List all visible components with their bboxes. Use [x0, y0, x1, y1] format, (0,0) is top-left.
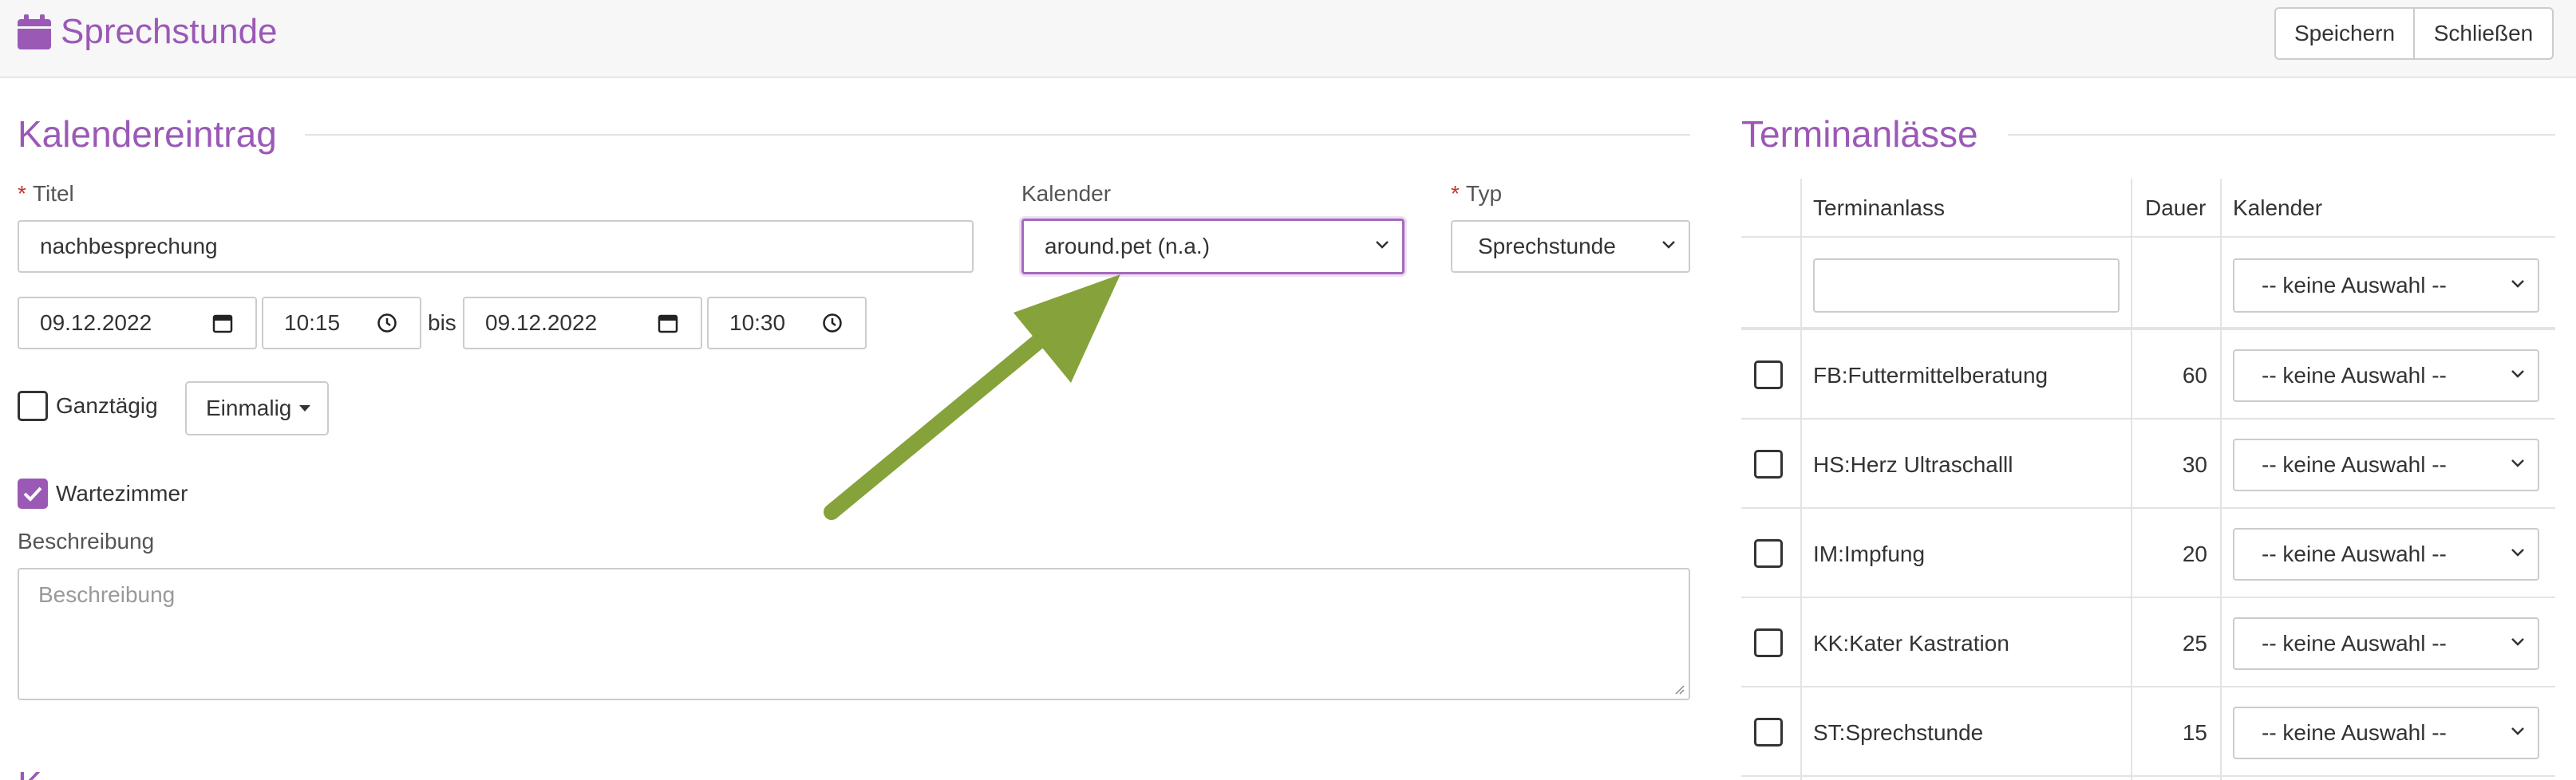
table-row-divider — [1741, 418, 2555, 420]
description-textarea[interactable]: Beschreibung — [18, 568, 1690, 700]
waiting-room-label: Wartezimmer — [56, 481, 188, 506]
column-header-dauer[interactable]: Dauer — [2145, 195, 2206, 222]
chevron-down-icon — [2511, 459, 2524, 467]
allday-label: Ganztägig — [56, 393, 158, 418]
chevron-down-icon — [2511, 638, 2524, 646]
next-section-title: K — [18, 762, 42, 780]
row-duration: 60 — [2182, 363, 2207, 388]
calendar-picker-icon[interactable] — [658, 313, 678, 333]
section-divider — [305, 134, 1690, 136]
row-checkbox[interactable] — [1754, 539, 1783, 568]
close-button[interactable]: Schließen — [2413, 7, 2554, 60]
row-checkbox[interactable] — [1754, 360, 1783, 389]
kalender-field-label: Kalender — [1021, 181, 1112, 206]
row-calendar-select[interactable]: -- keine Auswahl -- — [2233, 439, 2539, 491]
start-date-input[interactable]: 09.12.2022 — [18, 297, 257, 349]
chevron-down-icon — [2511, 370, 2524, 378]
chevron-down-icon — [2511, 727, 2524, 735]
start-time-input[interactable]: 10:15 — [262, 297, 421, 349]
row-calendar-value: -- keine Auswahl -- — [2262, 720, 2447, 745]
row-calendar-select[interactable]: -- keine Auswahl -- — [2233, 707, 2539, 759]
section-title-kalendereintrag: Kalendereintrag — [18, 113, 277, 155]
table-row-divider — [1741, 236, 2555, 238]
caret-down-icon — [299, 405, 311, 412]
kalender-select-value: around.pet (n.a.) — [1045, 234, 1211, 258]
table-col-divider — [2220, 179, 2222, 780]
start-time-value: 10:15 — [284, 310, 341, 335]
table-row-divider — [1741, 775, 2555, 777]
waiting-room-checkbox[interactable] — [18, 479, 48, 509]
chevron-down-icon — [1662, 241, 1675, 249]
row-duration: 15 — [2182, 720, 2207, 745]
typ-select-value: Sprechstunde — [1478, 234, 1616, 258]
description-label: Beschreibung — [18, 529, 155, 553]
recurrence-value: Einmalig — [206, 396, 292, 420]
typ-field-label: * Typ — [1451, 181, 1503, 206]
row-calendar-value: -- keine Auswahl -- — [2262, 363, 2447, 388]
checkmark-icon — [23, 487, 42, 502]
table-row-divider — [1741, 507, 2555, 509]
column-header-kalender[interactable]: Kalender — [2233, 195, 2322, 222]
calendar-icon — [18, 14, 51, 49]
start-date-value: 09.12.2022 — [40, 310, 152, 335]
section-divider — [2008, 134, 2555, 136]
table-row-divider — [1741, 597, 2555, 598]
table-row-divider — [1741, 327, 2555, 330]
title-field-label: * Titel — [18, 181, 74, 206]
page-title: Sprechstunde — [61, 12, 278, 51]
kalender-filter-select[interactable]: -- keine Auswahl -- — [2233, 258, 2539, 313]
column-header-terminanlass[interactable]: Terminanlass — [1813, 195, 1945, 222]
row-name: HS:Herz Ultraschalll — [1813, 452, 2013, 477]
required-marker: * — [1451, 181, 1460, 206]
table-col-divider — [2131, 179, 2132, 780]
description-placeholder: Beschreibung — [38, 582, 176, 607]
row-duration: 25 — [2182, 631, 2207, 656]
clock-icon[interactable] — [377, 313, 397, 333]
typ-select[interactable]: Sprechstunde — [1451, 220, 1690, 273]
row-checkbox[interactable] — [1754, 450, 1783, 479]
recurrence-dropdown[interactable]: Einmalig — [185, 381, 329, 435]
row-name: ST:Sprechstunde — [1813, 720, 1984, 745]
row-calendar-select[interactable]: -- keine Auswahl -- — [2233, 528, 2539, 581]
kalender-filter-value: -- keine Auswahl -- — [2262, 273, 2447, 297]
table-row-divider — [1741, 686, 2555, 687]
bis-label: bis — [428, 310, 456, 335]
row-calendar-select[interactable]: -- keine Auswahl -- — [2233, 617, 2539, 670]
row-name: FB:Futtermittelberatung — [1813, 363, 2049, 388]
row-name: IM:Impfung — [1813, 542, 1926, 566]
end-date-value: 09.12.2022 — [485, 310, 598, 335]
calendar-picker-icon[interactable] — [212, 313, 233, 333]
row-calendar-select[interactable]: -- keine Auswahl -- — [2233, 349, 2539, 402]
end-time-value: 10:30 — [729, 310, 786, 335]
row-calendar-value: -- keine Auswahl -- — [2262, 542, 2447, 566]
resize-handle-icon[interactable] — [1673, 683, 1685, 695]
row-duration: 30 — [2182, 452, 2207, 477]
allday-checkbox[interactable] — [18, 391, 48, 421]
section-title-terminanlaesse: Terminanlässe — [1741, 113, 1978, 155]
row-checkbox[interactable] — [1754, 718, 1783, 747]
chevron-down-icon — [2511, 280, 2524, 288]
end-date-input[interactable]: 09.12.2022 — [463, 297, 702, 349]
row-calendar-value: -- keine Auswahl -- — [2262, 631, 2447, 656]
chevron-down-icon — [2511, 549, 2524, 557]
annotation-arrow-icon — [824, 274, 1120, 520]
save-button[interactable]: Speichern — [2274, 7, 2415, 60]
chevron-down-icon — [1376, 241, 1389, 249]
required-marker: * — [18, 181, 26, 206]
row-checkbox[interactable] — [1754, 628, 1783, 657]
row-name: KK:Kater Kastration — [1813, 631, 2009, 656]
title-input-value: nachbesprechung — [40, 234, 218, 258]
top-bar: Sprechstunde Speichern Schließen — [0, 0, 2576, 78]
terminanlass-filter-input[interactable] — [1813, 258, 2120, 313]
table-col-divider — [1800, 179, 1802, 780]
row-calendar-value: -- keine Auswahl -- — [2262, 452, 2447, 477]
row-duration: 20 — [2182, 542, 2207, 566]
